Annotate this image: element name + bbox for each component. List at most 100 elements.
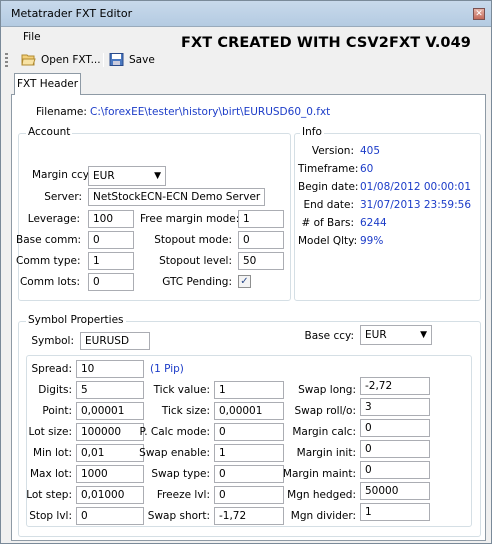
save-label: Save bbox=[129, 54, 155, 66]
info-group-title: Info bbox=[300, 126, 324, 138]
filename-value: C:\forexEE\tester\history\birt\EURUSD60_… bbox=[90, 106, 331, 118]
spread-note: (1 Pip) bbox=[150, 363, 184, 375]
spread-input[interactable]: 10 bbox=[76, 360, 144, 378]
margin-init-input[interactable]: 0 bbox=[360, 440, 430, 458]
gtc-pending-checkbox[interactable]: ✓ bbox=[238, 275, 251, 288]
freeze-lvl-label: Freeze lvl: bbox=[156, 489, 210, 501]
swap-long-input[interactable]: -2,72 bbox=[360, 377, 430, 395]
margin-init-label: Margin init: bbox=[296, 447, 356, 459]
digits-label: Digits: bbox=[38, 384, 72, 396]
margin-ccy-label: Margin ccy: bbox=[32, 169, 92, 181]
title-bar: Metatrader FXT Editor ✕ bbox=[1, 1, 491, 27]
timeframe-label: Timeframe: bbox=[298, 163, 359, 175]
fxt-header-panel: Filename: C:\forexEE\tester\history\birt… bbox=[11, 94, 486, 541]
lot-step-label: Lot step: bbox=[26, 489, 72, 501]
swap-type-label: Swap type: bbox=[151, 468, 210, 480]
margin-ccy-value: EUR bbox=[93, 170, 115, 182]
tick-value-input[interactable]: 1 bbox=[214, 381, 284, 399]
symbol-label: Symbol: bbox=[31, 335, 74, 347]
comm-type-label: Comm type: bbox=[16, 255, 81, 267]
max-lot-label: Max lot: bbox=[29, 468, 72, 480]
open-fxt-button[interactable]: Open FXT... bbox=[21, 51, 101, 69]
min-lot-label: Min lot: bbox=[33, 447, 72, 459]
swap-short-label: Swap short: bbox=[147, 510, 210, 522]
stopout-level-input[interactable]: 50 bbox=[238, 252, 284, 270]
bars-label: # of Bars: bbox=[301, 217, 354, 229]
margin-maint-input[interactable]: 0 bbox=[360, 461, 430, 479]
base-comm-input[interactable]: 0 bbox=[88, 231, 134, 249]
lot-size-label: Lot size: bbox=[28, 426, 72, 438]
checkmark-icon: ✓ bbox=[240, 276, 249, 287]
stop-lvl-label: Stop lvl: bbox=[29, 510, 72, 522]
margin-calc-label: Margin calc: bbox=[292, 426, 356, 438]
margin-maint-label: Margin maint: bbox=[282, 468, 356, 480]
menu-file[interactable]: File bbox=[23, 31, 41, 43]
begin-date-value: 01/08/2012 00:00:01 bbox=[360, 181, 472, 193]
swap-rollo-input[interactable]: 3 bbox=[360, 398, 430, 416]
base-comm-label: Base comm: bbox=[16, 234, 82, 246]
stopout-mode-input[interactable]: 0 bbox=[238, 231, 284, 249]
account-group-title: Account bbox=[26, 126, 73, 138]
server-input[interactable]: NetStockECN-ECN Demo Server bbox=[88, 188, 265, 206]
toolbar-separator bbox=[103, 53, 104, 67]
comm-type-input[interactable]: 1 bbox=[88, 252, 134, 270]
swap-type-input[interactable]: 0 bbox=[214, 465, 284, 483]
comm-lots-input[interactable]: 0 bbox=[88, 273, 134, 291]
base-ccy-value: EUR bbox=[365, 329, 387, 341]
chevron-down-icon: ▼ bbox=[420, 330, 427, 340]
tab-fxt-header[interactable]: FXT Header bbox=[14, 73, 81, 95]
base-ccy-select[interactable]: EUR ▼ bbox=[360, 325, 432, 345]
begin-date-label: Begin date: bbox=[298, 181, 359, 193]
toolbar: Open FXT... Save bbox=[1, 47, 491, 71]
version-label: Version: bbox=[311, 145, 354, 157]
symbol-properties-title: Symbol Properties bbox=[26, 314, 126, 326]
symbol-input[interactable]: EURUSD bbox=[80, 332, 150, 350]
margin-calc-input[interactable]: 0 bbox=[360, 419, 430, 437]
swap-long-label: Swap long: bbox=[298, 384, 356, 396]
open-fxt-label: Open FXT... bbox=[41, 54, 101, 66]
swap-enable-input[interactable]: 1 bbox=[214, 444, 284, 462]
comm-lots-label: Comm lots: bbox=[19, 276, 80, 288]
tick-value-label: Tick value: bbox=[153, 384, 210, 396]
leverage-label: Leverage: bbox=[27, 213, 80, 225]
save-button[interactable]: Save bbox=[109, 51, 155, 69]
mgn-hedged-input[interactable]: 50000 bbox=[360, 482, 430, 500]
floppy-disk-icon bbox=[109, 53, 124, 66]
leverage-input[interactable]: 100 bbox=[88, 210, 134, 228]
mgn-divider-label: Mgn divider: bbox=[290, 510, 356, 522]
chevron-down-icon: ▼ bbox=[154, 171, 161, 181]
timeframe-value: 60 bbox=[360, 163, 374, 175]
end-date-value: 31/07/2013 23:59:56 bbox=[360, 199, 472, 211]
point-label: Point: bbox=[42, 405, 72, 417]
p-calc-mode-input[interactable]: 0 bbox=[214, 423, 284, 441]
close-icon[interactable]: ✕ bbox=[473, 8, 485, 20]
free-margin-mode-input[interactable]: 1 bbox=[238, 210, 284, 228]
p-calc-mode-label: P. Calc mode: bbox=[139, 426, 210, 438]
mgn-hedged-label: Mgn hedged: bbox=[287, 489, 356, 501]
freeze-lvl-input[interactable]: 0 bbox=[214, 486, 284, 504]
spread-label: Spread: bbox=[31, 363, 72, 375]
folder-open-icon bbox=[21, 54, 36, 66]
swap-rollo-label: Swap roll/o: bbox=[294, 405, 356, 417]
base-ccy-label: Base ccy: bbox=[304, 330, 354, 342]
swap-short-input[interactable]: -1,72 bbox=[214, 507, 284, 525]
free-margin-mode-label: Free margin mode: bbox=[140, 213, 240, 225]
app-window: Metatrader FXT Editor ✕ File FXT CREATED… bbox=[0, 0, 492, 544]
bars-value: 6244 bbox=[360, 217, 387, 229]
model-qlty-label: Model Qlty: bbox=[298, 235, 358, 247]
server-label: Server: bbox=[44, 191, 82, 203]
model-qlty-value: 99% bbox=[360, 235, 384, 247]
stopout-mode-label: Stopout mode: bbox=[154, 234, 232, 246]
tick-size-input[interactable]: 0,00001 bbox=[214, 402, 284, 420]
version-value: 405 bbox=[360, 145, 381, 157]
stopout-level-label: Stopout level: bbox=[159, 255, 232, 267]
mgn-divider-input[interactable]: 1 bbox=[360, 503, 430, 521]
tick-size-label: Tick size: bbox=[161, 405, 210, 417]
gtc-pending-label: GTC Pending: bbox=[162, 276, 232, 288]
filename-label: Filename: bbox=[36, 106, 87, 118]
swap-enable-label: Swap enable: bbox=[139, 447, 210, 459]
window-title: Metatrader FXT Editor bbox=[11, 7, 133, 20]
end-date-label: End date: bbox=[303, 199, 354, 211]
margin-ccy-select[interactable]: EUR ▼ bbox=[88, 166, 166, 186]
toolbar-grip[interactable] bbox=[5, 53, 8, 67]
